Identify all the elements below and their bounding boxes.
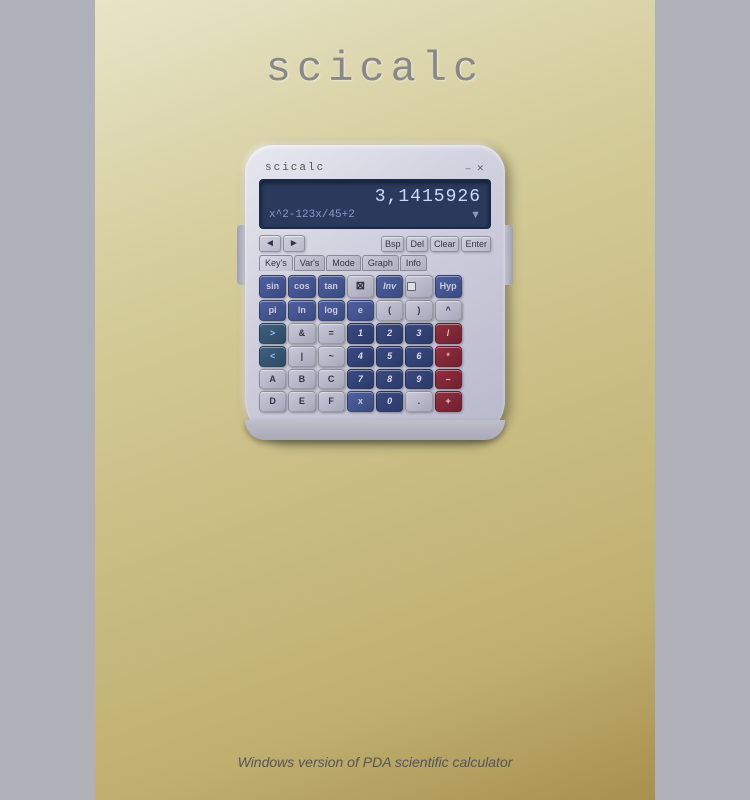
power-button[interactable]: ^ — [435, 300, 462, 321]
sub-button[interactable]: – — [435, 369, 462, 390]
tab-keys[interactable]: Key's — [259, 255, 293, 271]
6-button[interactable]: 6 — [405, 346, 432, 367]
tab-info[interactable]: Info — [400, 255, 427, 271]
bsp-button[interactable]: Bsp — [381, 236, 405, 252]
close-button[interactable]: ✕ — [475, 163, 485, 174]
times-button[interactable]: ⊠ — [347, 275, 374, 298]
subtitle: Windows version of PDA scientific calcul… — [238, 754, 513, 770]
bg-right — [655, 0, 750, 800]
title-bar: scicalc – ✕ — [259, 159, 491, 179]
eq-button[interactable]: = — [318, 323, 345, 344]
ln-button[interactable]: ln — [288, 300, 315, 321]
spacer-2 — [464, 300, 491, 321]
bg-left — [0, 0, 95, 800]
display-expr-row: x^2-123x/45+2 ▼ — [269, 209, 481, 221]
clear-button[interactable]: Clear — [430, 236, 460, 252]
x-button[interactable]: x — [347, 391, 374, 412]
button-grid: sin cos tan ⊠ Inv Hyp pi ln log e ( ) ^ … — [259, 275, 491, 412]
tab-graph[interactable]: Graph — [362, 255, 399, 271]
spacer-5 — [464, 369, 491, 390]
b-button[interactable]: B — [288, 369, 315, 390]
spacer-6 — [464, 391, 491, 412]
tab-vars[interactable]: Var's — [294, 255, 326, 271]
device-bottom-handle — [245, 420, 505, 440]
div-button[interactable]: / — [435, 323, 462, 344]
app-title: scicalc — [266, 45, 484, 93]
tan-button[interactable]: tan — [318, 275, 345, 298]
spacer-4 — [464, 346, 491, 367]
hyp-button[interactable]: Hyp — [435, 275, 462, 298]
title-bar-buttons: – ✕ — [464, 163, 485, 174]
2-button[interactable]: 2 — [376, 323, 403, 344]
a-button[interactable]: A — [259, 369, 286, 390]
gt-button[interactable]: > — [259, 323, 286, 344]
or-button[interactable]: | — [288, 346, 315, 367]
9-button[interactable]: 9 — [405, 369, 432, 390]
page-container: scicalc scicalc – ✕ 3,1415926 x^2-123x/4… — [0, 0, 750, 800]
control-row: ◄ ► Bsp Del Clear Enter — [259, 235, 491, 252]
add-button[interactable]: + — [435, 391, 462, 412]
display-expression: x^2-123x/45+2 — [269, 209, 466, 221]
rparen-button[interactable]: ) — [405, 300, 432, 321]
e-key-button[interactable]: E — [288, 391, 315, 412]
mul-button[interactable]: * — [435, 346, 462, 367]
enter-button[interactable]: Enter — [461, 236, 491, 252]
lt-button[interactable]: < — [259, 346, 286, 367]
calculator-device: scicalc – ✕ 3,1415926 x^2-123x/45+2 ▼ ◄ … — [245, 145, 505, 440]
minimize-button[interactable]: – — [464, 163, 471, 173]
7-button[interactable]: 7 — [347, 369, 374, 390]
tab-mode[interactable]: Mode — [326, 255, 361, 271]
0-button[interactable]: 0 — [376, 391, 403, 412]
checkbox-box — [407, 282, 416, 291]
8-button[interactable]: 8 — [376, 369, 403, 390]
del-button[interactable]: Del — [406, 236, 428, 252]
display-value: 3,1415926 — [269, 187, 481, 207]
spacer-1 — [464, 275, 491, 298]
dot-button[interactable]: . — [405, 391, 432, 412]
and-button[interactable]: & — [288, 323, 315, 344]
3-button[interactable]: 3 — [405, 323, 432, 344]
log-button[interactable]: log — [318, 300, 345, 321]
calculator-screen: 3,1415926 x^2-123x/45+2 ▼ — [259, 179, 491, 229]
cos-button[interactable]: cos — [288, 275, 315, 298]
hyp-checkbox[interactable] — [405, 275, 432, 298]
display-dropdown-arrow[interactable]: ▼ — [470, 209, 481, 221]
lparen-button[interactable]: ( — [376, 300, 403, 321]
4-button[interactable]: 4 — [347, 346, 374, 367]
spacer-3 — [464, 323, 491, 344]
tilde-button[interactable]: ~ — [318, 346, 345, 367]
e-button[interactable]: e — [347, 300, 374, 321]
inv-button[interactable]: Inv — [376, 275, 403, 298]
back-arrow-button[interactable]: ◄ — [259, 235, 281, 252]
tab-row: Key's Var's Mode Graph Info — [259, 255, 491, 271]
c-button[interactable]: C — [318, 369, 345, 390]
title-bar-label: scicalc — [265, 162, 325, 174]
1-button[interactable]: 1 — [347, 323, 374, 344]
5-button[interactable]: 5 — [376, 346, 403, 367]
fwd-arrow-button[interactable]: ► — [283, 235, 305, 252]
pi-button[interactable]: pi — [259, 300, 286, 321]
d-button[interactable]: D — [259, 391, 286, 412]
f-button[interactable]: F — [318, 391, 345, 412]
sin-button[interactable]: sin — [259, 275, 286, 298]
